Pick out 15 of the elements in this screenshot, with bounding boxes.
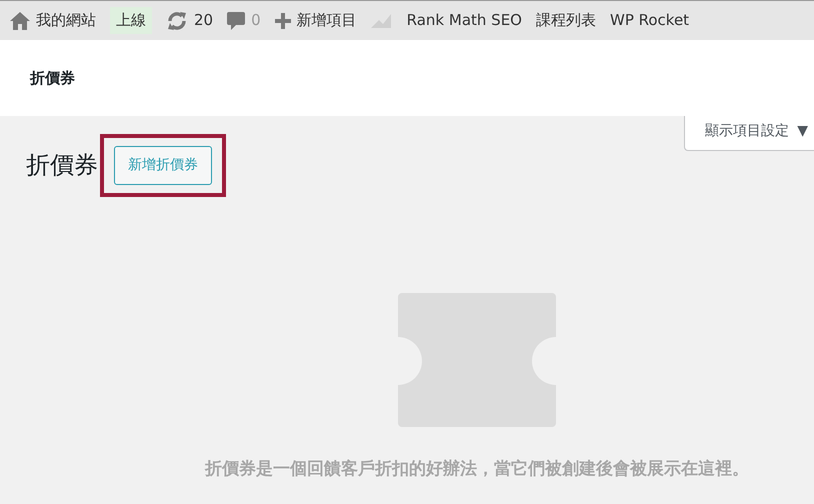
- comment-icon: [227, 10, 246, 30]
- admin-menu-link[interactable]: WP Rocket: [610, 9, 690, 32]
- refresh-icon: [166, 10, 188, 30]
- empty-state-message: 折價券是一個回饋客戶折扣的好辦法，當它們被創建後會被展示在這裡。: [205, 458, 749, 481]
- site-name-link[interactable]: 我的網站: [10, 9, 96, 32]
- screen-options-tab[interactable]: 顯示項目設定 ▼: [684, 116, 814, 151]
- home-icon: [10, 12, 30, 30]
- admin-menu-link[interactable]: 課程列表: [536, 9, 596, 32]
- page-header-title: 折價券: [30, 68, 75, 89]
- admin-menu-link[interactable]: Rank Math SEO: [406, 9, 522, 32]
- page-title: 折價券: [26, 151, 98, 180]
- plus-icon: [274, 12, 291, 28]
- status-badge: 上線: [110, 7, 152, 34]
- new-item-link[interactable]: 新增項目: [274, 9, 357, 32]
- updates-link[interactable]: 20: [166, 9, 214, 32]
